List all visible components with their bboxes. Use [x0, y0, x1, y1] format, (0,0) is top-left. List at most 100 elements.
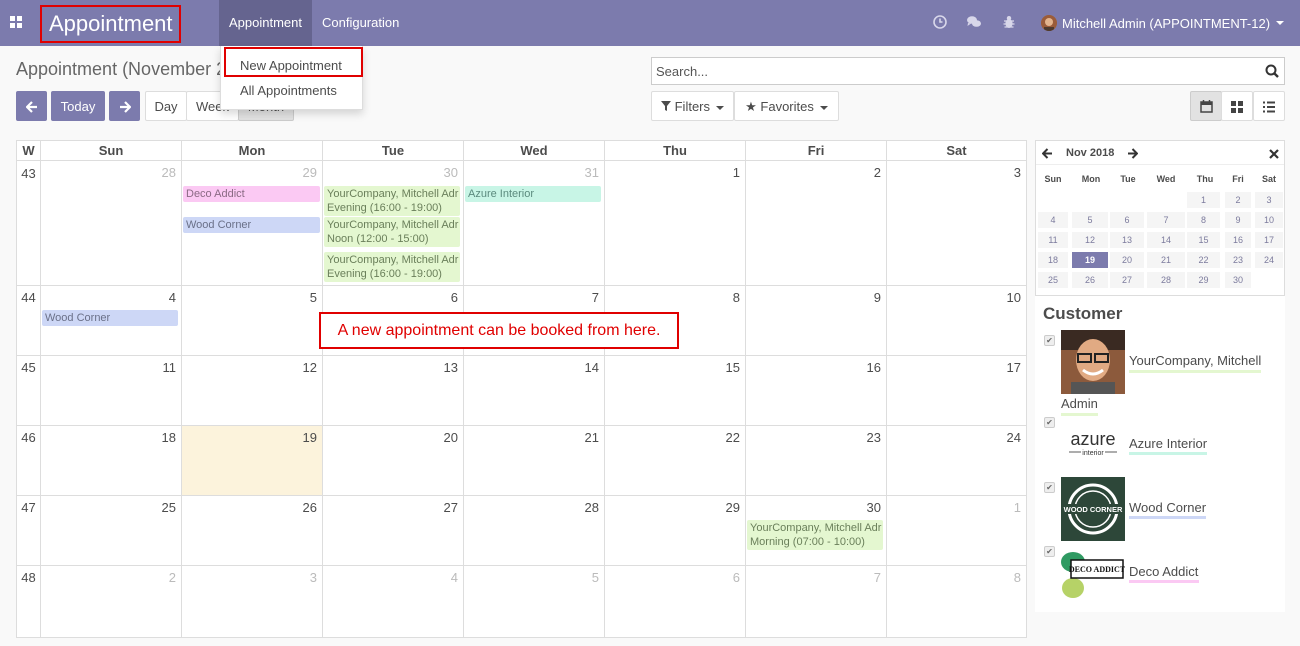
filters-button[interactable]: Filters — [651, 91, 734, 121]
day-cell[interactable]: 4 — [322, 565, 463, 637]
day-cell[interactable]: 2 — [745, 161, 886, 285]
day-cell[interactable]: 3 — [181, 565, 322, 637]
day-cell[interactable]: 8 — [886, 565, 1026, 637]
mini-day[interactable]: 17 — [1255, 232, 1283, 248]
search-icon[interactable] — [1265, 64, 1279, 78]
day-cell[interactable]: 31 — [463, 161, 604, 285]
mini-day[interactable]: 30 — [1225, 272, 1251, 288]
mini-day[interactable]: 20 — [1110, 252, 1144, 268]
day-cell[interactable]: 22 — [604, 425, 745, 495]
calendar-event[interactable]: YourCompany, Mitchell Adr Morning (07:00… — [747, 520, 883, 550]
chat-icon[interactable] — [966, 14, 982, 30]
menu-configuration[interactable]: Configuration — [312, 0, 409, 46]
day-cell[interactable]: 25 — [40, 495, 181, 565]
mini-day[interactable]: 14 — [1147, 232, 1185, 248]
customer-checkbox[interactable]: ✔ — [1044, 482, 1055, 493]
mini-day[interactable]: 16 — [1225, 232, 1251, 248]
mini-day[interactable]: 4 — [1038, 212, 1068, 228]
mini-day[interactable]: 8 — [1187, 212, 1220, 228]
day-cell[interactable]: 26 — [181, 495, 322, 565]
day-cell[interactable]: 10 — [886, 285, 1026, 355]
arrow-right-icon[interactable] — [1127, 148, 1138, 159]
calendar-event[interactable]: YourCompany, Mitchell Adr Noon (12:00 - … — [324, 217, 460, 247]
list-view-button[interactable] — [1253, 91, 1285, 121]
mini-day[interactable]: 19 — [1072, 252, 1108, 268]
day-cell[interactable]: 17 — [886, 355, 1026, 425]
mini-day[interactable]: 5 — [1072, 212, 1108, 228]
day-cell[interactable]: 9 — [745, 285, 886, 355]
day-cell[interactable]: 16 — [745, 355, 886, 425]
day-cell[interactable]: 6 — [604, 565, 745, 637]
apps-menu-icon[interactable] — [10, 16, 22, 28]
day-cell[interactable]: 13 — [322, 355, 463, 425]
mini-day[interactable]: 23 — [1225, 252, 1251, 268]
close-icon[interactable] — [1269, 149, 1279, 159]
menu-appointment[interactable]: Appointment — [219, 0, 312, 46]
kanban-view-button[interactable] — [1221, 91, 1253, 121]
mini-day[interactable]: 27 — [1110, 272, 1144, 288]
mini-day[interactable]: 25 — [1038, 272, 1068, 288]
calendar-event[interactable]: YourCompany, Mitchell Adr Evening (16:00… — [324, 252, 460, 282]
calendar-event[interactable]: Deco Addict — [183, 186, 320, 202]
calendar-event[interactable]: YourCompany, Mitchell Adr Evening (16:00… — [324, 186, 460, 216]
day-cell[interactable]: 21 — [463, 425, 604, 495]
day-cell[interactable]: 28 — [40, 161, 181, 285]
day-cell[interactable]: 15 — [604, 355, 745, 425]
day-cell[interactable]: 14 — [463, 355, 604, 425]
day-cell[interactable]: 18 — [40, 425, 181, 495]
mini-day[interactable]: 1 — [1187, 192, 1220, 208]
clock-icon[interactable] — [932, 14, 948, 30]
mini-day[interactable]: 26 — [1072, 272, 1108, 288]
day-cell[interactable]: 24 — [886, 425, 1026, 495]
day-cell[interactable]: 28 — [463, 495, 604, 565]
mini-day[interactable]: 24 — [1255, 252, 1283, 268]
customer-checkbox[interactable]: ✔ — [1044, 417, 1055, 428]
customer-checkbox[interactable]: ✔ — [1044, 335, 1055, 346]
view-day-button[interactable]: Day — [145, 91, 187, 121]
mini-day[interactable]: 10 — [1255, 212, 1283, 228]
day-cell[interactable]: 23 — [745, 425, 886, 495]
mini-day[interactable]: 3 — [1255, 192, 1283, 208]
customer-checkbox[interactable]: ✔ — [1044, 546, 1055, 557]
mini-day[interactable]: 21 — [1147, 252, 1185, 268]
previous-button[interactable] — [16, 91, 47, 121]
mini-day[interactable]: 9 — [1225, 212, 1251, 228]
mini-day[interactable]: 2 — [1225, 192, 1251, 208]
favorites-button[interactable]: ★ Favorites — [734, 91, 839, 121]
day-cell[interactable]: 7 — [745, 565, 886, 637]
mini-day[interactable]: 6 — [1110, 212, 1144, 228]
calendar-event[interactable]: Azure Interior — [465, 186, 601, 202]
day-cell[interactable]: 5 — [463, 565, 604, 637]
new-appointment-item[interactable]: New Appointment — [240, 58, 342, 73]
mini-day[interactable]: 18 — [1038, 252, 1068, 268]
mini-day[interactable]: 12 — [1072, 232, 1108, 248]
day-cell[interactable]: 29 — [604, 495, 745, 565]
mini-day[interactable]: 7 — [1147, 212, 1185, 228]
day-cell[interactable]: 5 — [181, 285, 322, 355]
search-input[interactable] — [652, 58, 1242, 84]
calendar-event[interactable]: Wood Corner — [42, 310, 178, 326]
day-cell[interactable]: 2 — [40, 565, 181, 637]
arrow-left-icon[interactable] — [1042, 148, 1053, 159]
day-cell[interactable]: 11 — [40, 355, 181, 425]
mini-day[interactable]: 28 — [1147, 272, 1185, 288]
day-cell[interactable]: 1 — [886, 495, 1026, 565]
day-cell[interactable]: 12 — [181, 355, 322, 425]
bug-icon[interactable] — [1001, 14, 1017, 30]
mini-day[interactable]: 29 — [1187, 272, 1220, 288]
mini-day[interactable]: 22 — [1187, 252, 1220, 268]
user-menu[interactable]: Mitchell Admin (APPOINTMENT-12) — [1041, 13, 1285, 33]
day-cell[interactable]: 1 — [604, 161, 745, 285]
calendar-event[interactable]: Wood Corner — [183, 217, 320, 233]
all-appointments-item[interactable]: All Appointments — [240, 83, 337, 98]
today-button[interactable]: Today — [51, 91, 105, 121]
mini-day[interactable]: 11 — [1038, 232, 1068, 248]
day-cell[interactable]: 3 — [886, 161, 1026, 285]
mini-day[interactable]: 13 — [1110, 232, 1144, 248]
mini-day[interactable]: 15 — [1187, 232, 1220, 248]
day-cell[interactable]: 20 — [322, 425, 463, 495]
next-button[interactable] — [109, 91, 140, 121]
day-cell[interactable]: 27 — [322, 495, 463, 565]
day-cell[interactable]: 19 — [181, 425, 322, 495]
calendar-view-button[interactable] — [1190, 91, 1222, 121]
